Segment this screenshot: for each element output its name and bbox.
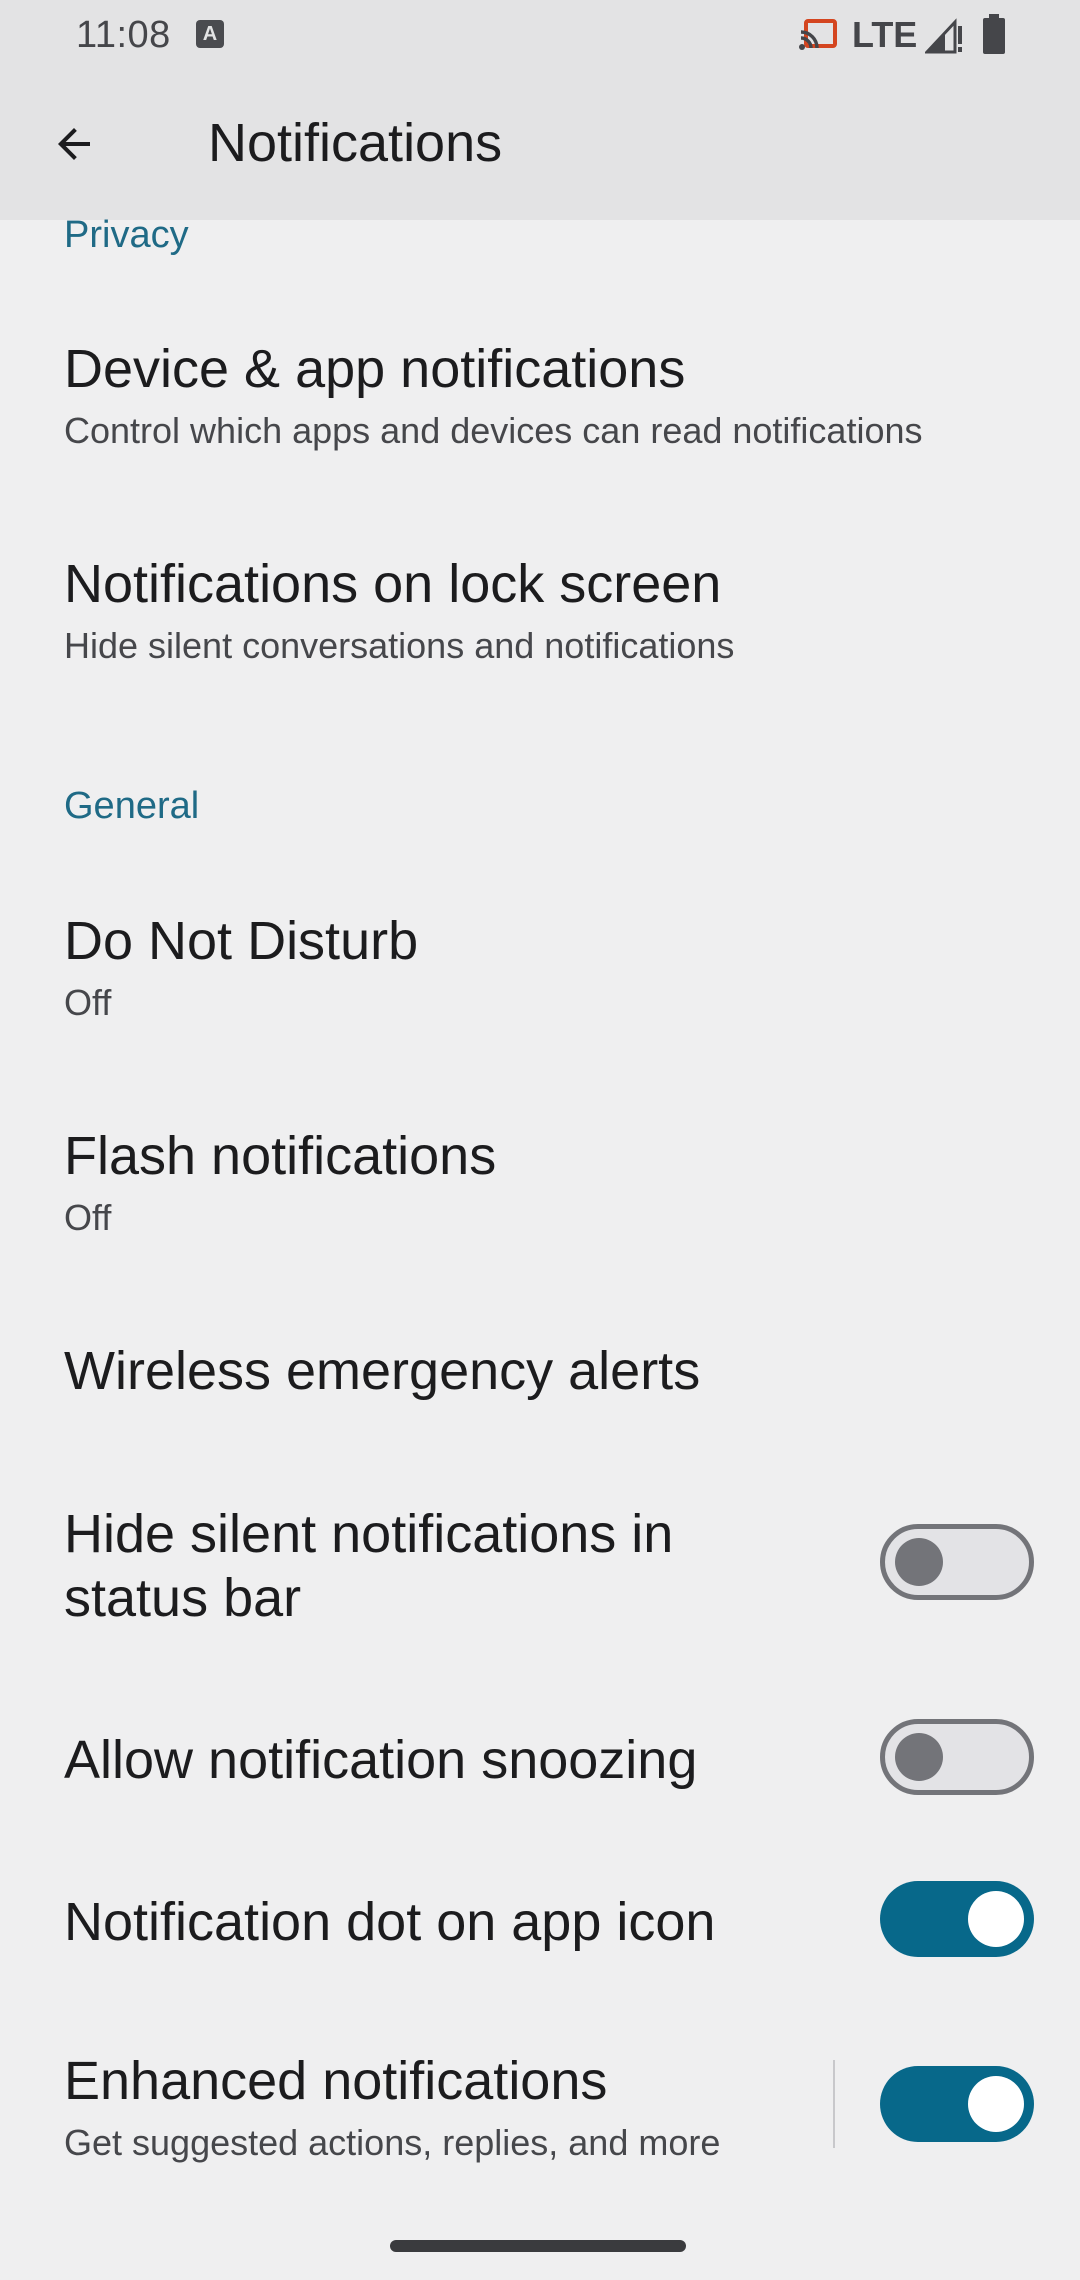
enhanced-notifications-toggle[interactable] bbox=[880, 2066, 1034, 2142]
back-button[interactable] bbox=[38, 108, 110, 180]
cast-icon bbox=[799, 19, 837, 50]
arrow-back-icon bbox=[58, 128, 90, 160]
home-indicator[interactable] bbox=[390, 2240, 686, 2252]
pref-summary: Control which apps and devices can read … bbox=[64, 410, 923, 451]
switch-thumb bbox=[968, 2076, 1024, 2132]
pref-title: Flash notifications bbox=[64, 1126, 497, 1186]
pref-enhanced-notifications[interactable]: Enhanced notifications Get suggested act… bbox=[0, 2030, 1080, 2200]
switch-thumb bbox=[895, 1733, 943, 1781]
pref-title: Allow notification snoozing bbox=[64, 1730, 698, 1790]
pref-title: Enhanced notifications bbox=[64, 2051, 608, 2111]
status-time: 11:08 bbox=[76, 14, 171, 56]
pref-title: Notification dot on app icon bbox=[64, 1892, 716, 1952]
pref-hide-silent-notifications[interactable]: Hide silent notifications in status bar bbox=[0, 1490, 1080, 1640]
network-type: LTE bbox=[852, 14, 918, 55]
pref-notifications-lock-screen[interactable]: Notifications on lock screen Hide silent… bbox=[0, 515, 1080, 695]
pref-title: Do Not Disturb bbox=[64, 911, 419, 971]
pref-title: Hide silent notifications in status bar bbox=[64, 1504, 674, 1628]
section-header-privacy: Privacy bbox=[64, 214, 189, 256]
pref-title: Notifications on lock screen bbox=[64, 554, 722, 614]
pref-title: Wireless emergency alerts bbox=[64, 1341, 701, 1401]
divider bbox=[833, 2060, 835, 2148]
pref-summary: Off bbox=[64, 1197, 112, 1238]
pref-wireless-emergency-alerts[interactable]: Wireless emergency alerts bbox=[0, 1310, 1080, 1430]
switch-thumb bbox=[895, 1538, 943, 1586]
app-bar: Notifications bbox=[0, 70, 1080, 220]
a-notification-icon: A bbox=[196, 20, 224, 48]
pref-device-app-notifications[interactable]: Device & app notifications Control which… bbox=[0, 300, 1080, 480]
pref-notification-dot[interactable]: Notification dot on app icon bbox=[0, 1865, 1080, 1985]
snoozing-toggle[interactable] bbox=[880, 1719, 1034, 1795]
pref-title: Device & app notifications bbox=[64, 339, 686, 399]
pref-summary: Off bbox=[64, 982, 112, 1023]
pref-allow-notification-snoozing[interactable]: Allow notification snoozing bbox=[0, 1705, 1080, 1825]
status-bar: 11:08 A LTE bbox=[0, 0, 1080, 70]
notification-dot-toggle[interactable] bbox=[880, 1881, 1034, 1957]
page-title: Notifications bbox=[208, 113, 503, 173]
pref-flash-notifications[interactable]: Flash notifications Off bbox=[0, 1085, 1080, 1265]
hide-silent-toggle[interactable] bbox=[880, 1524, 1034, 1600]
pref-do-not-disturb[interactable]: Do Not Disturb Off bbox=[0, 870, 1080, 1050]
section-header-general: General bbox=[64, 785, 200, 827]
switch-thumb bbox=[968, 1891, 1024, 1947]
signal-icon bbox=[925, 18, 962, 54]
pref-summary: Hide silent conversations and notificati… bbox=[64, 625, 735, 666]
pref-summary: Get suggested actions, replies, and more bbox=[64, 2122, 721, 2163]
battery-icon bbox=[983, 14, 1005, 54]
